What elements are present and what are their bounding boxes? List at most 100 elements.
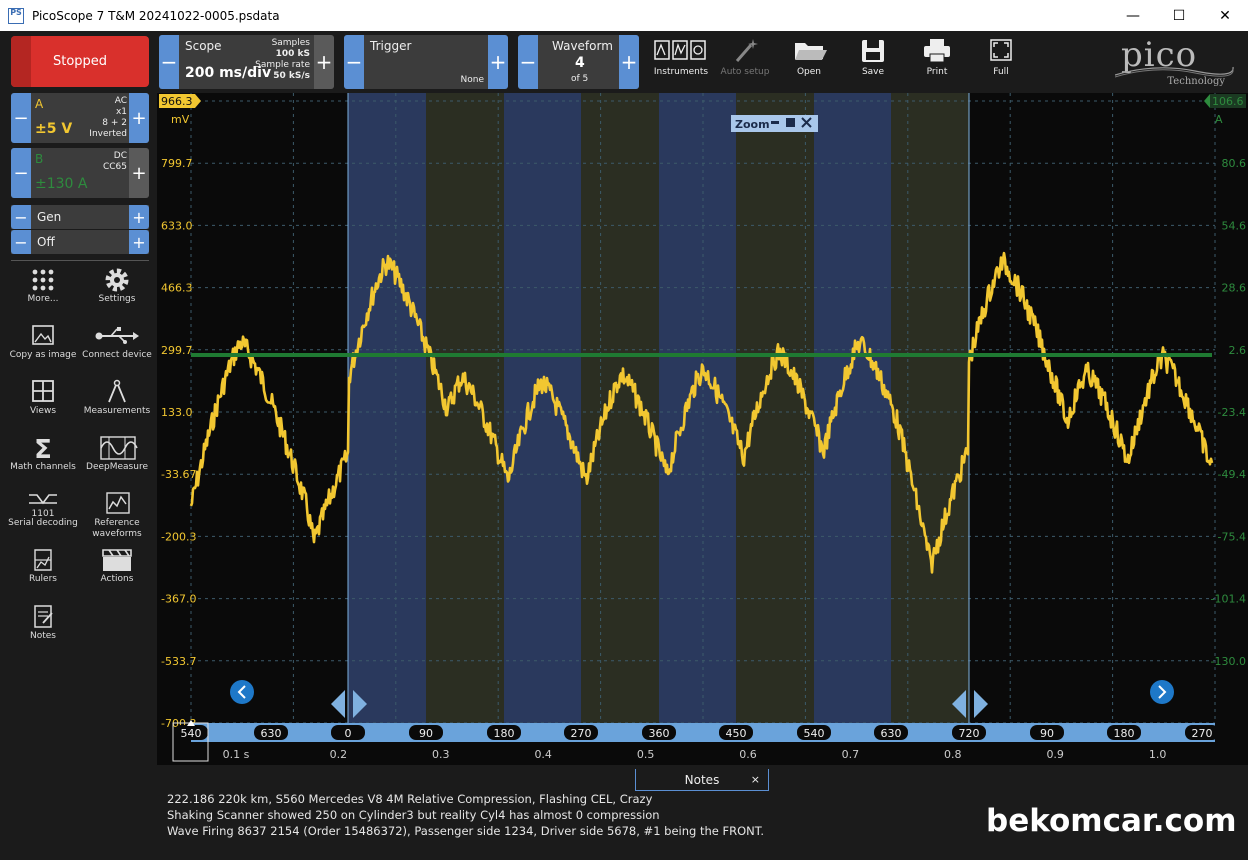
channel-b-range-down-button[interactable]: − (11, 148, 31, 198)
channel-a-panel[interactable]: − A ±5 V AC x1 8 + 2 Inverted + (11, 93, 149, 143)
waveform-prev-button[interactable]: − (518, 35, 538, 89)
notes-text[interactable]: 222.186 220k km, S560 Mercedes V8 4M Rel… (167, 791, 764, 839)
reference-waveforms-button[interactable]: Reference waveforms (79, 488, 155, 540)
channel-b-range-up-button[interactable]: + (129, 148, 149, 198)
scroll-left-button[interactable] (230, 680, 254, 704)
actions-button[interactable]: Actions (79, 544, 155, 596)
full-screen-button[interactable]: Full (971, 35, 1031, 87)
left-axis-tick-label: -200.3 (161, 530, 196, 543)
timebase-down-button[interactable]: − (159, 35, 179, 89)
time-axis-label: 0.6 (739, 748, 757, 761)
serial-decoding-button[interactable]: 1101 Serial decoding (5, 488, 81, 540)
image-icon (32, 325, 54, 345)
channel-b-panel[interactable]: − B ±130 A DC CC65 + (11, 148, 149, 198)
measurements-button[interactable]: Measurements (79, 376, 155, 428)
gen-next-button[interactable]: + (129, 205, 149, 229)
auto-setup-button[interactable]: Auto setup (715, 35, 775, 87)
oscilloscope-graph[interactable]: 966.3 mV 799.7 633.0 466.3 299.7 133.0 -33.67… (157, 93, 1248, 765)
more-button[interactable]: More... (5, 264, 81, 316)
open-button[interactable]: Open (779, 35, 839, 87)
channel-a-coupling: AC (114, 96, 127, 106)
zoom-label: Zoom (735, 118, 770, 131)
gen-off-down-button[interactable]: − (11, 230, 31, 254)
settings-label: Settings (98, 294, 136, 304)
zoom-maximize-icon[interactable] (786, 118, 795, 127)
printer-icon (924, 39, 950, 63)
save-label: Save (861, 67, 885, 77)
serial-decoding-label: Serial decoding (8, 518, 78, 528)
save-button[interactable]: Save (843, 35, 903, 87)
left-sidebar: Stopped − A ±5 V AC x1 8 + 2 Inverted + … (0, 31, 157, 860)
gen-prev-button[interactable]: − (11, 205, 31, 229)
right-axis-tick-label: -130.0 (1211, 655, 1246, 668)
views-label: Views (29, 406, 57, 416)
connect-device-label: Connect device (82, 350, 152, 360)
math-channels-button[interactable]: Σ Math channels (5, 432, 81, 484)
crank-angle-label: 540 (804, 727, 825, 740)
minimize-button[interactable]: — (1110, 0, 1156, 31)
maximize-button[interactable]: ☐ (1156, 0, 1202, 31)
left-axis-unit: mV (171, 113, 190, 126)
waveform-next-button[interactable]: + (619, 35, 639, 89)
waveform-measure-icon (100, 436, 138, 460)
run-stop-label: Stopped (52, 54, 108, 69)
crank-angle-label: 720 (959, 727, 980, 740)
trigger-mode: None (460, 75, 484, 85)
right-axis-tick-label: -75.4 (1218, 530, 1246, 543)
timebase-up-button[interactable]: + (314, 35, 334, 89)
trigger-prev-button[interactable]: − (344, 35, 364, 89)
gen-state: Off (37, 235, 55, 249)
notes-button[interactable]: Notes (5, 601, 81, 653)
channel-a-range-down-button[interactable]: − (11, 93, 31, 143)
scroll-right-button[interactable] (1150, 680, 1174, 704)
waveform-buffer-group[interactable]: − Waveform 4 of 5 + (518, 35, 639, 89)
zoom-minimize-icon[interactable] (771, 121, 779, 124)
left-axis-tick-label: -367.0 (161, 593, 196, 606)
deepmeasure-button[interactable]: DeepMeasure (79, 432, 155, 484)
scope-sampling-info: Samples 100 kS Sample rate 50 kS/s (255, 38, 310, 82)
rulers-label: Rulers (29, 574, 57, 584)
print-button[interactable]: Print (907, 35, 967, 87)
right-axis-tick-label: 54.6 (1222, 219, 1247, 232)
open-label: Open (796, 67, 822, 77)
channel-a-range-up-button[interactable]: + (129, 93, 149, 143)
time-axis-label: 0.4 (534, 748, 552, 761)
views-button[interactable]: Views (5, 376, 81, 428)
samples-value: 100 kS (275, 49, 310, 59)
signal-generator-row[interactable]: − Gen + (11, 205, 149, 229)
left-axis-tick-label: 133.0 (161, 406, 193, 419)
channel-a-math: 8 + 2 (102, 118, 127, 128)
rulers-button[interactable]: Rulers (5, 544, 81, 596)
scope-label: Scope (185, 39, 222, 53)
cylinder-band (891, 93, 969, 723)
cylinder-band (659, 93, 736, 723)
trigger-group[interactable]: − Trigger None + (344, 35, 508, 89)
svg-text:Σ: Σ (34, 435, 52, 462)
instruments-button[interactable]: Instruments (651, 35, 711, 87)
crank-angle-label: 630 (881, 727, 902, 740)
scope-settings-group[interactable]: − Scope 200 ms/div Samples 100 kS Sample… (159, 35, 334, 89)
channel-a-range: ±5 V (35, 121, 73, 137)
more-label: More... (27, 294, 59, 304)
notes-close-icon[interactable]: × (751, 769, 760, 791)
connect-device-button[interactable]: Connect device (79, 320, 155, 372)
settings-button[interactable]: Settings (79, 264, 155, 316)
channel-a-settings: AC x1 8 + 2 Inverted (89, 96, 127, 140)
waveform-total: of 5 (571, 74, 589, 84)
run-stop-button[interactable]: Stopped (11, 36, 149, 87)
crank-angle-label: 180 (1114, 727, 1135, 740)
trigger-next-button[interactable]: + (488, 35, 508, 89)
scope-view[interactable]: 966.3 mV 799.7 633.0 466.3 299.7 133.0 -33.67… (157, 93, 1248, 765)
right-axis-tick-label: -49.4 (1218, 468, 1246, 481)
gen-label: Gen (37, 210, 62, 224)
signal-generator-state-row[interactable]: − Off + (11, 230, 149, 254)
copy-as-image-button[interactable]: Copy as image (5, 320, 81, 372)
zoom-overlay[interactable]: Zoom (731, 115, 818, 132)
notes-tab[interactable]: Notes × (635, 769, 769, 791)
left-axis-tick-label: 633.0 (161, 219, 193, 232)
floppy-disk-icon (862, 40, 884, 62)
gen-off-up-button[interactable]: + (129, 230, 149, 254)
cylinder-band (814, 93, 891, 723)
close-button[interactable]: ✕ (1202, 0, 1248, 31)
watermark: bekomcar.com (986, 803, 1237, 839)
